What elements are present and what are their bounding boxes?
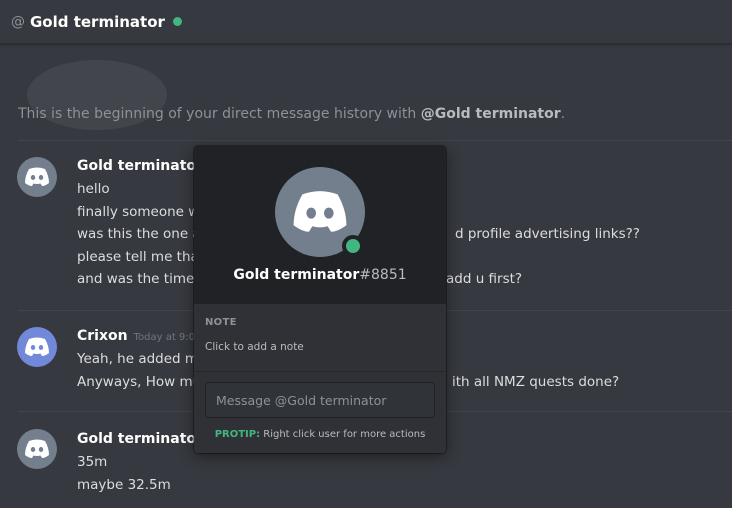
popout-header: Gold terminator#8851: [194, 146, 446, 304]
message-line: Yeah, he added me: [77, 351, 207, 367]
discord-logo-icon: [25, 167, 49, 186]
message-line: please tell me that: [77, 249, 205, 265]
dm-history-intro: This is the beginning of your direct mes…: [18, 106, 565, 122]
intro-text: This is the beginning of your direct mes…: [18, 106, 421, 122]
note-field[interactable]: Click to add a note: [205, 341, 304, 353]
popout-username-text: Gold terminator: [233, 267, 360, 283]
popout-username: Gold terminator#8851: [194, 267, 446, 283]
author-name[interactable]: Crixon: [77, 328, 128, 344]
popout-discriminator: #8851: [359, 267, 407, 283]
intro-suffix: .: [560, 106, 566, 122]
discord-logo-icon: [293, 191, 347, 232]
message-line: hello: [77, 181, 110, 197]
message-line-end: ith all NMZ quests done?: [452, 374, 620, 390]
popout-body: NOTE Click to add a note PROTIP: Right c…: [194, 304, 446, 453]
message-user-input[interactable]: [205, 382, 435, 418]
online-status-icon: [172, 17, 182, 26]
divider: [194, 371, 446, 372]
message-line: finally someone wh: [77, 204, 208, 220]
discord-logo-icon: [25, 439, 49, 458]
protip-body: Right click user for more actions: [260, 429, 426, 440]
intro-mention[interactable]: @Gold terminator: [421, 106, 561, 122]
protip-label: PROTIP:: [214, 429, 261, 440]
user-avatar[interactable]: [17, 157, 57, 197]
message-line-start: was this the one ar: [77, 226, 207, 242]
discord-logo-icon: [25, 337, 49, 356]
message-line: was this the one ar: [77, 226, 206, 242]
channel-header: @ Gold terminator: [0, 0, 732, 44]
channel-title[interactable]: Gold terminator: [30, 13, 165, 31]
message-line: 35m: [77, 454, 108, 470]
author-name[interactable]: Gold terminator: [77, 158, 203, 174]
note-label: NOTE: [205, 317, 237, 328]
divider: [18, 140, 732, 141]
message-line: and was the time u: [77, 271, 208, 287]
message-line-end: add u first?: [446, 271, 523, 287]
user-avatar[interactable]: [17, 429, 57, 469]
user-popout: Gold terminator#8851 NOTE Click to add a…: [194, 146, 446, 453]
user-avatar[interactable]: [17, 327, 57, 367]
at-icon: @: [11, 13, 25, 30]
message-line: maybe 32.5m: [77, 477, 171, 493]
message-timestamp: Today at 9:07: [133, 332, 202, 343]
online-status-icon: [342, 235, 364, 257]
message-line-end: d profile advertising links??: [455, 226, 640, 242]
message-author[interactable]: Crixon Today at 9:07: [77, 328, 201, 344]
protip-text: PROTIP: Right click user for more action…: [194, 429, 446, 440]
author-name[interactable]: Gold terminator: [77, 431, 203, 447]
message-line: Anyways, How mu: [77, 374, 202, 390]
